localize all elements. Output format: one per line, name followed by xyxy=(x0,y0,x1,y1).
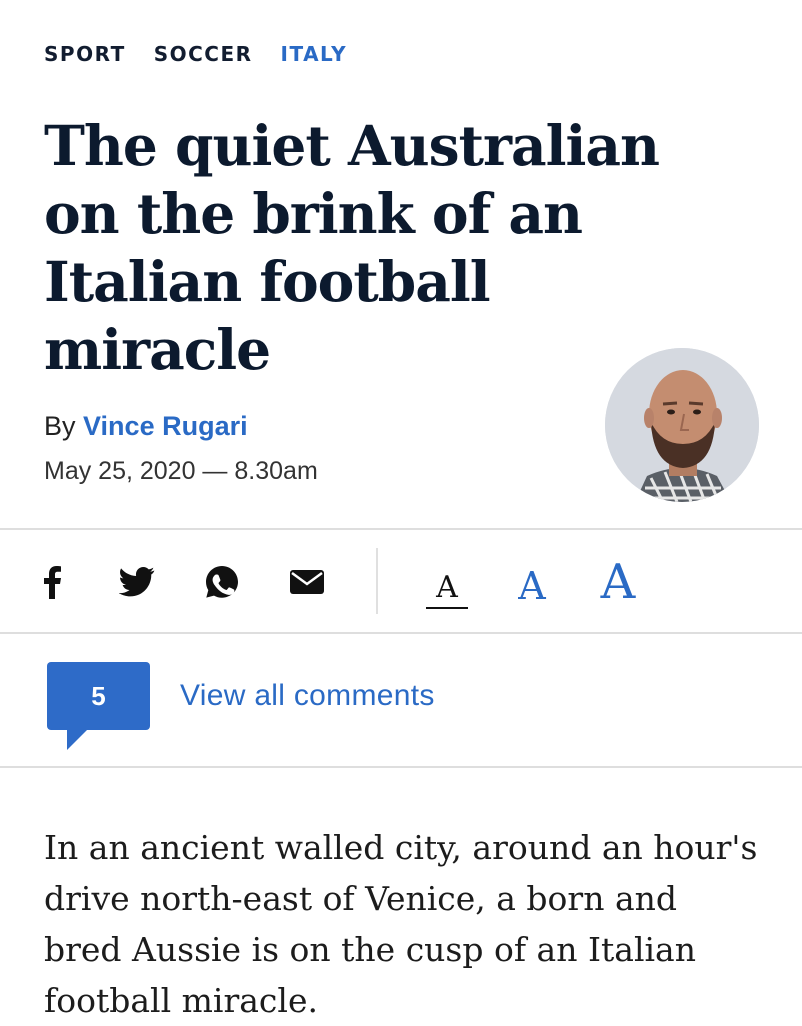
publish-date: May 25, 2020 — 8.30am xyxy=(44,457,318,485)
author-photo xyxy=(605,348,759,502)
author-link[interactable]: Vince Rugari xyxy=(83,411,248,441)
article-headline: The quiet Australian on the brink of an … xyxy=(44,113,660,382)
whatsapp-icon[interactable] xyxy=(202,562,242,602)
font-size-large-button[interactable]: A xyxy=(592,554,644,610)
comments-section: 5 View all comments xyxy=(0,634,802,766)
article-paragraph: In an ancient walled city, around an hou… xyxy=(44,828,758,1020)
breadcrumb: SPORT SOCCER ITALY xyxy=(44,42,347,66)
share-bar: A A A xyxy=(0,530,802,632)
view-all-comments-link[interactable]: View all comments xyxy=(180,679,435,713)
comment-count-badge[interactable]: 5 xyxy=(47,662,150,730)
twitter-icon[interactable] xyxy=(117,562,157,602)
share-divider xyxy=(376,548,378,614)
comment-bubble-tail xyxy=(67,728,89,750)
breadcrumb-sport[interactable]: SPORT xyxy=(44,42,126,66)
byline-prefix: By xyxy=(44,411,76,441)
breadcrumb-soccer[interactable]: SOCCER xyxy=(154,42,253,66)
divider-bottom xyxy=(0,766,802,768)
email-icon[interactable] xyxy=(287,562,327,602)
font-size-small-button[interactable]: A xyxy=(426,570,468,609)
byline: By Vince Rugari xyxy=(44,411,248,442)
author-avatar[interactable] xyxy=(605,348,759,502)
breadcrumb-italy[interactable]: ITALY xyxy=(281,42,348,66)
facebook-icon[interactable] xyxy=(32,562,72,602)
font-size-medium-button[interactable]: A xyxy=(510,564,554,608)
